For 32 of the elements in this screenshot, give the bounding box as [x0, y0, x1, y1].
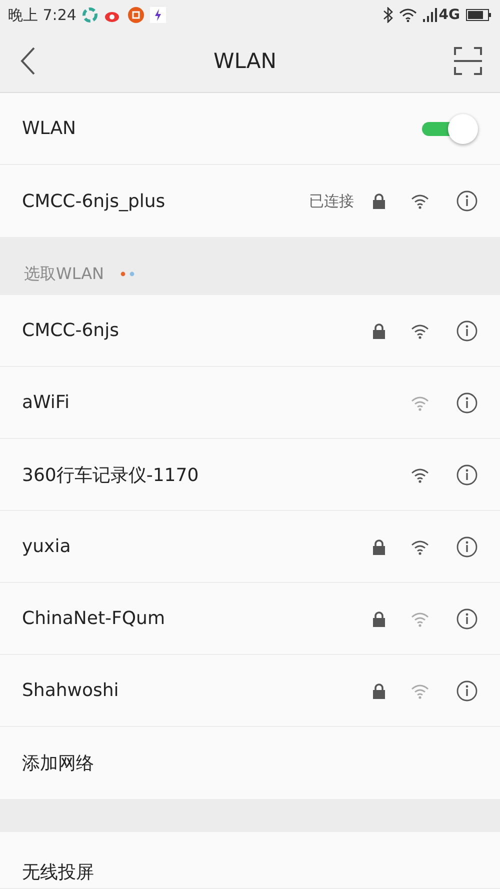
connection-status: 已连接 — [309, 192, 354, 210]
network-name[interactable]: aWiFi — [22, 392, 372, 413]
info-icon[interactable] — [456, 464, 478, 486]
network-name[interactable]: ChinaNet-FQum — [22, 608, 372, 629]
network-name[interactable]: Shahwoshi — [22, 680, 372, 701]
network-name[interactable]: yuxia — [22, 536, 372, 557]
scan-button[interactable] — [454, 47, 482, 75]
wlan-toggle[interactable] — [422, 114, 478, 144]
info-icon[interactable] — [456, 320, 478, 342]
wlan-label: WLAN — [22, 118, 78, 139]
bluetooth-icon — [382, 7, 393, 23]
loading-icon — [120, 271, 136, 277]
info-icon[interactable] — [456, 680, 478, 702]
app-icon — [128, 7, 144, 23]
wifi-status-icon — [398, 8, 417, 22]
info-icon[interactable] — [456, 190, 478, 212]
app-icon — [82, 7, 98, 23]
network-name[interactable]: 360行车记录仪-1170 — [22, 462, 372, 486]
back-button[interactable] — [20, 47, 36, 75]
info-icon[interactable] — [456, 392, 478, 414]
info-icon[interactable] — [456, 608, 478, 630]
add-network-item[interactable]: 添加网络 — [22, 751, 478, 775]
battery-icon — [466, 9, 492, 21]
status-time: 晚上 7:24 — [8, 6, 76, 24]
network-type: 4G — [438, 7, 460, 23]
network-name[interactable]: CMCC-6njs — [22, 320, 372, 341]
network-name[interactable]: CMCC-6njs_plus — [22, 190, 309, 212]
section-title: 选取WLAN — [24, 264, 104, 284]
app-icon — [150, 7, 166, 23]
info-icon[interactable] — [456, 536, 478, 558]
signal-icon — [422, 8, 437, 22]
page-title: WLAN — [213, 49, 277, 73]
